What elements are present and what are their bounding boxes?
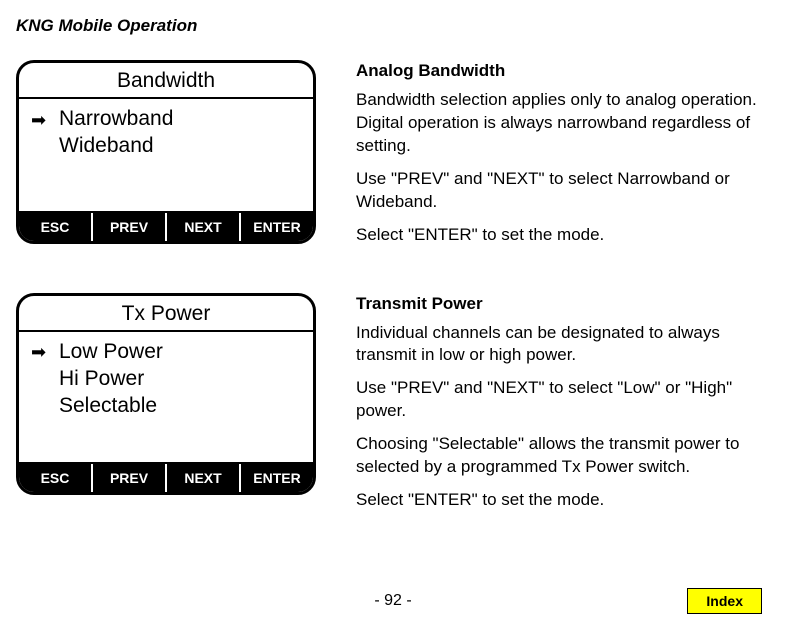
- menu-item[interactable]: Hi Power: [31, 365, 301, 392]
- menu-item-label: Hi Power: [59, 365, 144, 392]
- arrow-right-icon: ➡: [31, 341, 59, 361]
- device-menu: ➡ Narrowband Wideband: [19, 99, 313, 211]
- description-text: Use "PREV" and "NEXT" to select Narrowba…: [356, 168, 762, 214]
- description-text: Select "ENTER" to set the mode.: [356, 224, 762, 247]
- arrow-right-icon: ➡: [31, 109, 59, 129]
- enter-button[interactable]: ENTER: [241, 464, 313, 492]
- description-text: Individual channels can be designated to…: [356, 322, 762, 368]
- menu-item[interactable]: ➡ Narrowband: [31, 105, 301, 132]
- device-title: Tx Power: [19, 296, 313, 332]
- description-text: Bandwidth selection applies only to anal…: [356, 89, 762, 158]
- menu-item[interactable]: ➡ Low Power: [31, 338, 301, 365]
- description-text: Choosing "Selectable" allows the transmi…: [356, 433, 762, 479]
- arrow-placeholder: [31, 378, 59, 380]
- prev-button[interactable]: PREV: [93, 464, 167, 492]
- device-title: Bandwidth: [19, 63, 313, 99]
- device-menu: ➡ Low Power Hi Power Selectable: [19, 332, 313, 462]
- arrow-placeholder: [31, 145, 59, 147]
- esc-button[interactable]: ESC: [19, 464, 93, 492]
- menu-item-label: Narrowband: [59, 105, 173, 132]
- menu-item[interactable]: Wideband: [31, 132, 301, 159]
- device-button-row: ESC PREV NEXT ENTER: [19, 211, 313, 241]
- device-panel-bandwidth: Bandwidth ➡ Narrowband Wideband ESC PREV…: [16, 60, 316, 244]
- arrow-placeholder: [31, 405, 59, 407]
- device-panel-txpower: Tx Power ➡ Low Power Hi Power Selectable…: [16, 293, 316, 495]
- description-bandwidth: Analog Bandwidth Bandwidth selection app…: [356, 60, 762, 257]
- menu-item-label: Selectable: [59, 392, 157, 419]
- menu-item-label: Low Power: [59, 338, 163, 365]
- description-heading: Transmit Power: [356, 293, 762, 316]
- device-button-row: ESC PREV NEXT ENTER: [19, 462, 313, 492]
- section-txpower: Tx Power ➡ Low Power Hi Power Selectable…: [16, 293, 762, 523]
- page-header: KNG Mobile Operation: [16, 16, 762, 36]
- menu-item[interactable]: Selectable: [31, 392, 301, 419]
- next-button[interactable]: NEXT: [167, 213, 241, 241]
- esc-button[interactable]: ESC: [19, 213, 93, 241]
- enter-button[interactable]: ENTER: [241, 213, 313, 241]
- next-button[interactable]: NEXT: [167, 464, 241, 492]
- description-text: Use "PREV" and "NEXT" to select "Low" or…: [356, 377, 762, 423]
- menu-item-label: Wideband: [59, 132, 154, 159]
- index-button[interactable]: Index: [687, 588, 762, 614]
- description-txpower: Transmit Power Individual channels can b…: [356, 293, 762, 523]
- page-number: - 92 -: [0, 592, 786, 610]
- description-text: Select "ENTER" to set the mode.: [356, 489, 762, 512]
- description-heading: Analog Bandwidth: [356, 60, 762, 83]
- section-bandwidth: Bandwidth ➡ Narrowband Wideband ESC PREV…: [16, 60, 762, 257]
- prev-button[interactable]: PREV: [93, 213, 167, 241]
